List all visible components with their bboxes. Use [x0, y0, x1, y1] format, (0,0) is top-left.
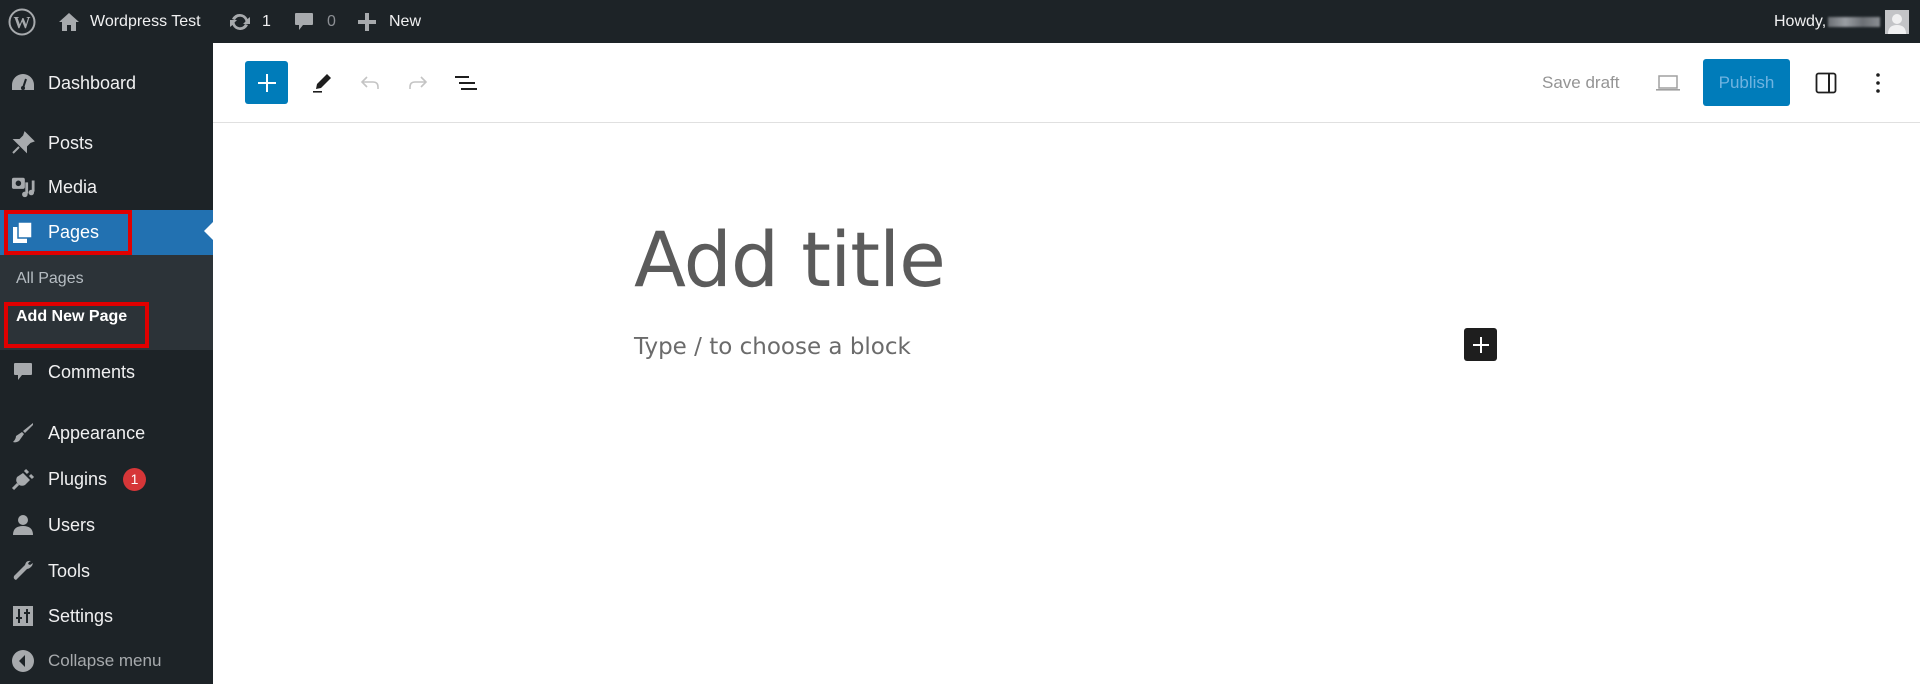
sidebar-item-dashboard[interactable]: Dashboard: [0, 63, 213, 103]
pages-icon: [11, 220, 35, 245]
post-title-input[interactable]: Add title: [634, 215, 946, 304]
laptop-icon: [1656, 75, 1680, 91]
more-vertical-icon: [1876, 73, 1880, 93]
updates-count: 1: [262, 12, 271, 30]
sidebar-item-tools[interactable]: Tools: [0, 551, 213, 591]
save-draft-button[interactable]: Save draft: [1542, 73, 1620, 93]
sidebar-item-label: Media: [48, 176, 98, 197]
plus-icon: [357, 12, 377, 32]
pages-submenu: All Pages Add New Page: [0, 255, 213, 350]
comment-icon: [293, 11, 315, 33]
admin-bar: W Wordpress Test 1 0 New Howdy,: [0, 0, 1920, 43]
editor-header: Save draft Publish: [213, 43, 1920, 123]
sidebar-item-plugins[interactable]: Plugins 1: [0, 459, 213, 499]
sidebar-item-label: Settings: [48, 605, 114, 626]
svg-text:W: W: [14, 13, 31, 32]
sidebar-item-posts[interactable]: Posts: [0, 123, 213, 163]
user-avatar-icon: [1888, 14, 1906, 34]
inline-block-inserter-button[interactable]: [1464, 328, 1497, 361]
dashboard-icon: [11, 71, 35, 95]
sidebar-item-label: Users: [48, 514, 96, 535]
plus-icon: [1472, 336, 1489, 353]
current-menu-arrow: [204, 222, 213, 240]
undo-icon: [360, 76, 379, 89]
sidebar-item-label: Tools: [48, 560, 91, 581]
undo-button[interactable]: [355, 68, 385, 98]
new-label: New: [389, 12, 422, 30]
redo-button[interactable]: [403, 68, 433, 98]
howdy-label: Howdy,: [1774, 12, 1827, 30]
plugins-update-badge: 1: [123, 467, 146, 491]
media-icon: [11, 175, 35, 199]
comment-icon: [11, 360, 35, 384]
sidebar-item-label: Appearance: [48, 422, 146, 443]
admin-sidebar: Dashboard Posts Media Pages All Pages Ad…: [0, 43, 213, 684]
sidebar-item-label: Comments: [48, 361, 136, 382]
wrench-icon: [11, 559, 35, 583]
wordpress-logo-icon: W: [8, 8, 36, 36]
submenu-item-all-pages[interactable]: All Pages: [16, 270, 84, 288]
sidebar-item-label: Collapse menu: [48, 651, 162, 670]
sidebar-item-appearance[interactable]: Appearance: [0, 413, 213, 453]
block-inserter-toggle[interactable]: [245, 61, 288, 104]
sidebar-item-label: Posts: [48, 132, 94, 153]
sidebar-item-label: Pages: [48, 222, 100, 242]
plugin-icon: [11, 467, 35, 491]
sidebar-item-label: Dashboard: [48, 72, 137, 93]
my-account-link[interactable]: Howdy,: [1774, 0, 1881, 43]
tools-button[interactable]: [307, 68, 337, 98]
publish-button[interactable]: Publish: [1703, 59, 1790, 106]
new-content-link[interactable]: New: [357, 0, 421, 43]
wp-logo-button[interactable]: W: [8, 0, 36, 43]
sidebar-item-settings[interactable]: Settings: [0, 596, 213, 636]
sidebar-item-media[interactable]: Media: [0, 167, 213, 207]
site-name-link[interactable]: Wordpress Test: [58, 0, 201, 43]
block-placeholder[interactable]: Type / to choose a block: [634, 334, 911, 360]
sidebar-panel-icon: [1815, 72, 1837, 94]
collapse-icon: [11, 649, 35, 673]
comments-link[interactable]: 0: [293, 0, 336, 43]
options-button[interactable]: [1865, 68, 1891, 98]
sidebar-item-pages[interactable]: Pages: [0, 210, 213, 255]
plus-icon: [257, 73, 276, 92]
settings-icon: [11, 604, 35, 628]
document-overview-button[interactable]: [451, 68, 481, 98]
pencil-icon: [313, 74, 331, 93]
editor-canvas: Add title Type / to choose a block: [213, 123, 1920, 684]
settings-sidebar-toggle[interactable]: [1811, 68, 1841, 98]
sidebar-item-label: Plugins: [48, 468, 108, 489]
brush-icon: [11, 421, 35, 445]
avatar[interactable]: [1885, 10, 1909, 34]
site-name: Wordpress Test: [90, 12, 201, 30]
submenu-item-add-new-page[interactable]: Add New Page: [16, 308, 127, 326]
preview-button[interactable]: [1653, 68, 1683, 98]
home-icon: [58, 12, 80, 32]
sidebar-item-users[interactable]: Users: [0, 505, 213, 545]
updates-icon: [228, 11, 252, 33]
updates-link[interactable]: 1: [228, 0, 271, 43]
list-view-icon: [455, 76, 477, 90]
comments-count: 0: [327, 12, 336, 30]
sidebar-item-comments[interactable]: Comments: [0, 352, 213, 392]
user-icon: [11, 513, 35, 537]
redo-icon: [409, 76, 428, 89]
redacted-username: [1828, 16, 1881, 27]
collapse-menu-button[interactable]: Collapse menu: [0, 641, 213, 681]
pin-icon: [11, 131, 35, 155]
